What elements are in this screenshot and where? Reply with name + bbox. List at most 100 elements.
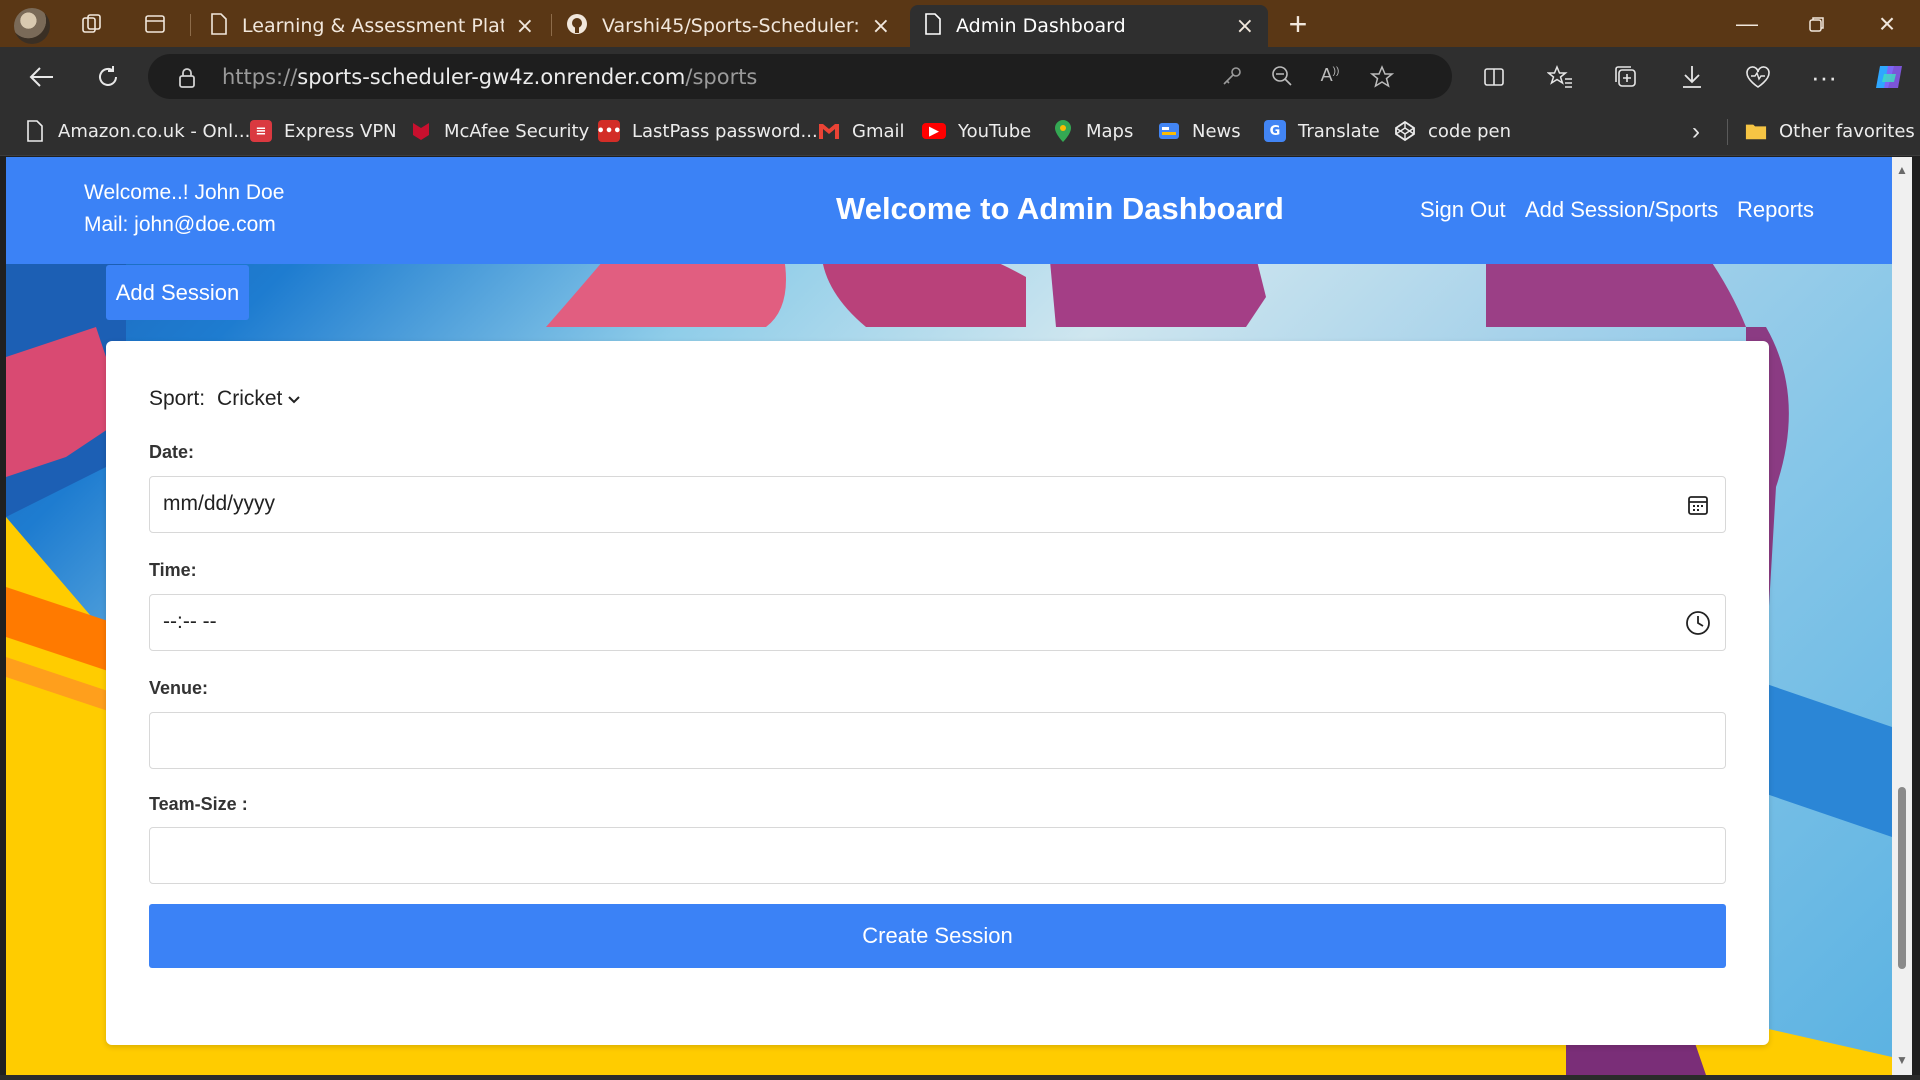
youtube-icon: ▶ <box>922 123 946 139</box>
add-session-sports-link[interactable]: Add Session/Sports <box>1525 197 1718 223</box>
team-size-input[interactable] <box>149 827 1726 884</box>
close-icon[interactable]: × <box>516 14 534 39</box>
workspaces-icon[interactable] <box>80 12 104 36</box>
venue-input[interactable] <box>149 712 1726 769</box>
url-host: sports-scheduler-gw4z.onrender.com <box>297 65 686 89</box>
back-button[interactable] <box>24 59 60 95</box>
lock-icon[interactable] <box>178 67 196 89</box>
bookmark-label: Express VPN <box>284 120 397 142</box>
bookmark-label: Maps <box>1086 120 1134 142</box>
add-session-button[interactable]: Add Session <box>106 265 249 320</box>
bookmark-label: YouTube <box>958 120 1032 142</box>
page-icon <box>24 120 46 142</box>
read-aloud-icon[interactable]: A)) <box>1318 65 1342 89</box>
tab-actions-icon[interactable] <box>143 12 167 36</box>
date-label: Date: <box>149 442 195 462</box>
venue-label: Venue: <box>149 678 209 698</box>
key-icon[interactable] <box>1220 65 1244 89</box>
tab-github-repo[interactable]: Varshi45/Sports-Scheduler: A Sp × <box>552 5 904 47</box>
url-text[interactable]: https://sports-scheduler-gw4z.onrender.c… <box>222 65 757 89</box>
tab-admin-dashboard[interactable]: Admin Dashboard × <box>910 5 1268 47</box>
page-viewport: Welcome..! John Doe Mail: john@doe.com W… <box>6 157 1892 1075</box>
bookmark-label: LastPass password... <box>632 120 818 142</box>
restore-button[interactable] <box>1782 0 1852 47</box>
expressvpn-icon: ≡ <box>250 120 272 142</box>
bookmark-label: News <box>1192 120 1241 142</box>
date-input[interactable]: mm/dd/yyyy <box>149 476 1726 533</box>
bookmark-codepen[interactable]: code pen <box>1394 106 1511 156</box>
browser-toolbar: https://sports-scheduler-gw4z.onrender.c… <box>0 47 1920 106</box>
page-icon <box>924 12 942 40</box>
chevron-right-icon[interactable]: › <box>1692 118 1700 146</box>
scroll-up-icon[interactable]: ▲ <box>1896 163 1908 177</box>
address-bar[interactable]: https://sports-scheduler-gw4z.onrender.c… <box>148 54 1452 99</box>
sport-value: Cricket <box>217 387 283 410</box>
refresh-icon <box>99 66 117 86</box>
split-screen-icon[interactable] <box>1480 63 1508 91</box>
window-bottom-border <box>0 1075 1920 1080</box>
refresh-button[interactable] <box>90 59 126 95</box>
url-path: /sports <box>685 65 758 89</box>
welcome-text: Welcome..! John Doe <box>84 181 285 204</box>
page-title: Welcome to Admin Dashboard <box>836 191 1284 226</box>
more-options-icon[interactable]: ··· <box>1810 62 1838 92</box>
time-input[interactable]: --:-- -- <box>149 594 1726 651</box>
page-icon <box>210 12 228 40</box>
bookmark-maps[interactable]: Maps <box>1052 106 1133 156</box>
app-header: Welcome..! John Doe Mail: john@doe.com W… <box>6 157 1892 264</box>
bookmark-translate[interactable]: G Translate <box>1264 106 1380 156</box>
copilot-icon[interactable] <box>1872 60 1906 94</box>
downloads-icon[interactable] <box>1678 63 1706 91</box>
news-icon <box>1158 120 1180 142</box>
close-icon[interactable]: × <box>872 14 890 39</box>
minimize-button[interactable]: — <box>1712 0 1782 47</box>
restore-icon <box>1809 16 1824 32</box>
chevron-down-icon <box>288 391 301 407</box>
browser-essentials-icon[interactable] <box>1744 63 1772 91</box>
bookmark-lastpass[interactable]: ••• LastPass password... <box>597 106 818 156</box>
favorites-icon[interactable] <box>1546 63 1574 91</box>
bookmark-label: Gmail <box>852 120 905 142</box>
new-tab-button[interactable]: + <box>1280 5 1316 43</box>
tab-learning-platform[interactable]: Learning & Assessment Platform × <box>196 5 548 47</box>
bookmark-news[interactable]: News <box>1158 106 1241 156</box>
reports-link[interactable]: Reports <box>1737 197 1814 223</box>
close-window-button[interactable]: × <box>1852 0 1920 47</box>
session-form: Sport: Cricket Date: mm/dd/yyyy Time: --… <box>106 341 1769 1045</box>
sport-select[interactable]: Cricket <box>217 387 301 411</box>
tab-label: Learning & Assessment Platform <box>242 15 504 37</box>
bookmark-other-favorites[interactable]: Other favorites <box>1745 106 1915 156</box>
favorite-star-icon[interactable] <box>1369 65 1395 89</box>
clock-icon[interactable] <box>1685 610 1711 636</box>
gmail-icon <box>818 120 840 142</box>
close-icon[interactable]: × <box>1236 14 1254 39</box>
bookmark-gmail[interactable]: Gmail <box>818 106 905 156</box>
bookmark-amazon[interactable]: Amazon.co.uk - Onl... <box>24 106 250 156</box>
calendar-icon[interactable] <box>1685 492 1711 518</box>
bookmark-label: Translate <box>1298 120 1380 142</box>
time-placeholder: --:-- -- <box>163 610 217 633</box>
folder-icon <box>1745 120 1767 142</box>
scroll-down-icon[interactable]: ▼ <box>1896 1053 1908 1067</box>
create-session-button[interactable]: Create Session <box>149 904 1726 968</box>
browser-titlebar: Learning & Assessment Platform × Varshi4… <box>0 0 1920 47</box>
bookmark-mcafee[interactable]: McAfee Security <box>410 106 589 156</box>
zoom-icon[interactable] <box>1270 65 1294 89</box>
back-arrow-icon <box>29 67 53 87</box>
mcafee-icon <box>410 120 432 142</box>
profile-avatar[interactable] <box>14 8 50 44</box>
url-scheme: https:// <box>222 65 298 89</box>
time-label: Time: <box>149 560 197 580</box>
codepen-icon <box>1394 120 1416 142</box>
user-email: Mail: john@doe.com <box>84 213 276 236</box>
collections-icon[interactable] <box>1612 63 1640 91</box>
page-scrollbar[interactable]: ▲ ▼ <box>1892 157 1912 1075</box>
sign-out-link[interactable]: Sign Out <box>1420 197 1506 223</box>
tab-label: Varshi45/Sports-Scheduler: A Sp <box>602 15 860 37</box>
bookmark-label: code pen <box>1428 120 1512 142</box>
bookmark-youtube[interactable]: ▶ YouTube <box>922 106 1031 156</box>
scroll-thumb[interactable] <box>1898 787 1906 969</box>
bookmark-label: Other favorites <box>1779 120 1915 142</box>
bookmark-expressvpn[interactable]: ≡ Express VPN <box>250 106 397 156</box>
translate-icon: G <box>1264 120 1286 142</box>
